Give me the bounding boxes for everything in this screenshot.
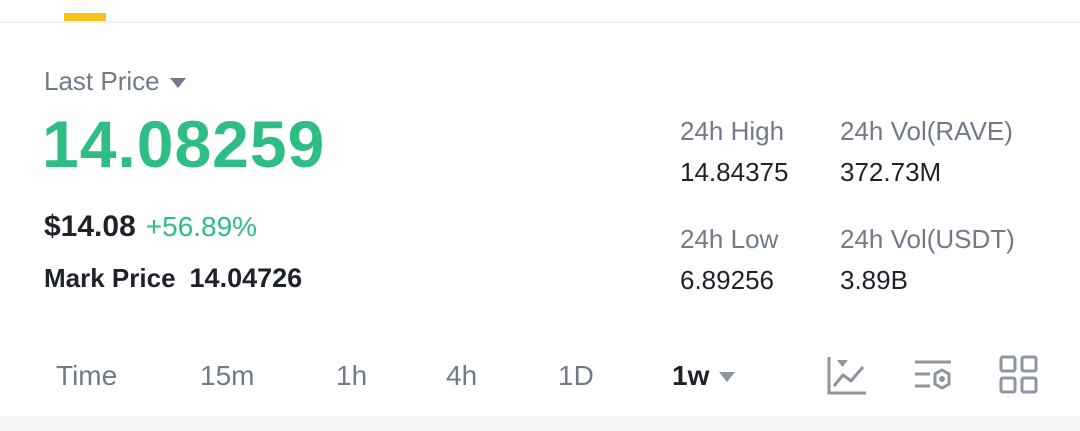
mark-price-row: Mark Price 14.04726 bbox=[44, 263, 302, 294]
mark-price-label: Mark Price bbox=[44, 263, 176, 293]
grid-layout-icon[interactable] bbox=[998, 354, 1040, 396]
timeframe-1w-label: 1w bbox=[672, 360, 710, 391]
usd-price: $14.08 bbox=[44, 210, 136, 243]
stat-value: 6.89256 bbox=[680, 265, 774, 295]
caret-down-icon bbox=[719, 372, 736, 382]
indicator-chart-icon[interactable] bbox=[826, 354, 868, 396]
stat-value: 372.73M bbox=[840, 157, 942, 187]
stat-label: 24h Vol(USDT) bbox=[840, 224, 1015, 254]
stat-label: 24h High bbox=[680, 116, 785, 146]
stat-24h-vol-base: 24h Vol(RAVE) 372.73M bbox=[840, 116, 1013, 188]
bottom-divider bbox=[0, 416, 1080, 431]
stat-label: 24h Vol(RAVE) bbox=[840, 116, 1013, 146]
stat-24h-vol-quote: 24h Vol(USDT) 3.89B bbox=[840, 224, 1015, 296]
price-change-percent: +56.89% bbox=[145, 211, 258, 242]
mark-price-value: 14.04726 bbox=[189, 263, 303, 293]
timeframe-15m[interactable]: 15m bbox=[200, 360, 254, 392]
stat-24h-high: 24h High 14.84375 bbox=[680, 116, 788, 188]
timeframe-time[interactable]: Time bbox=[56, 360, 117, 392]
caret-down-icon bbox=[169, 77, 186, 88]
timeframe-4h[interactable]: 4h bbox=[446, 360, 477, 392]
last-price-value: 14.08259 bbox=[42, 107, 326, 181]
top-divider bbox=[0, 21, 1080, 23]
last-price-selector[interactable]: Last Price bbox=[44, 66, 186, 97]
active-tab-indicator bbox=[64, 13, 106, 21]
timeframe-1w-selector[interactable]: 1w bbox=[672, 360, 736, 392]
stat-value: 3.89B bbox=[840, 265, 908, 295]
stat-24h-low: 24h Low 6.89256 bbox=[680, 224, 778, 296]
timeframe-1h[interactable]: 1h bbox=[336, 360, 367, 392]
stat-value: 14.84375 bbox=[680, 157, 789, 187]
usd-price-row: $14.08 +56.89% bbox=[44, 210, 257, 244]
stat-label: 24h Low bbox=[680, 224, 779, 254]
chart-settings-icon[interactable] bbox=[912, 354, 954, 396]
last-price-label: Last Price bbox=[44, 66, 160, 96]
timeframe-1d[interactable]: 1D bbox=[558, 360, 594, 392]
